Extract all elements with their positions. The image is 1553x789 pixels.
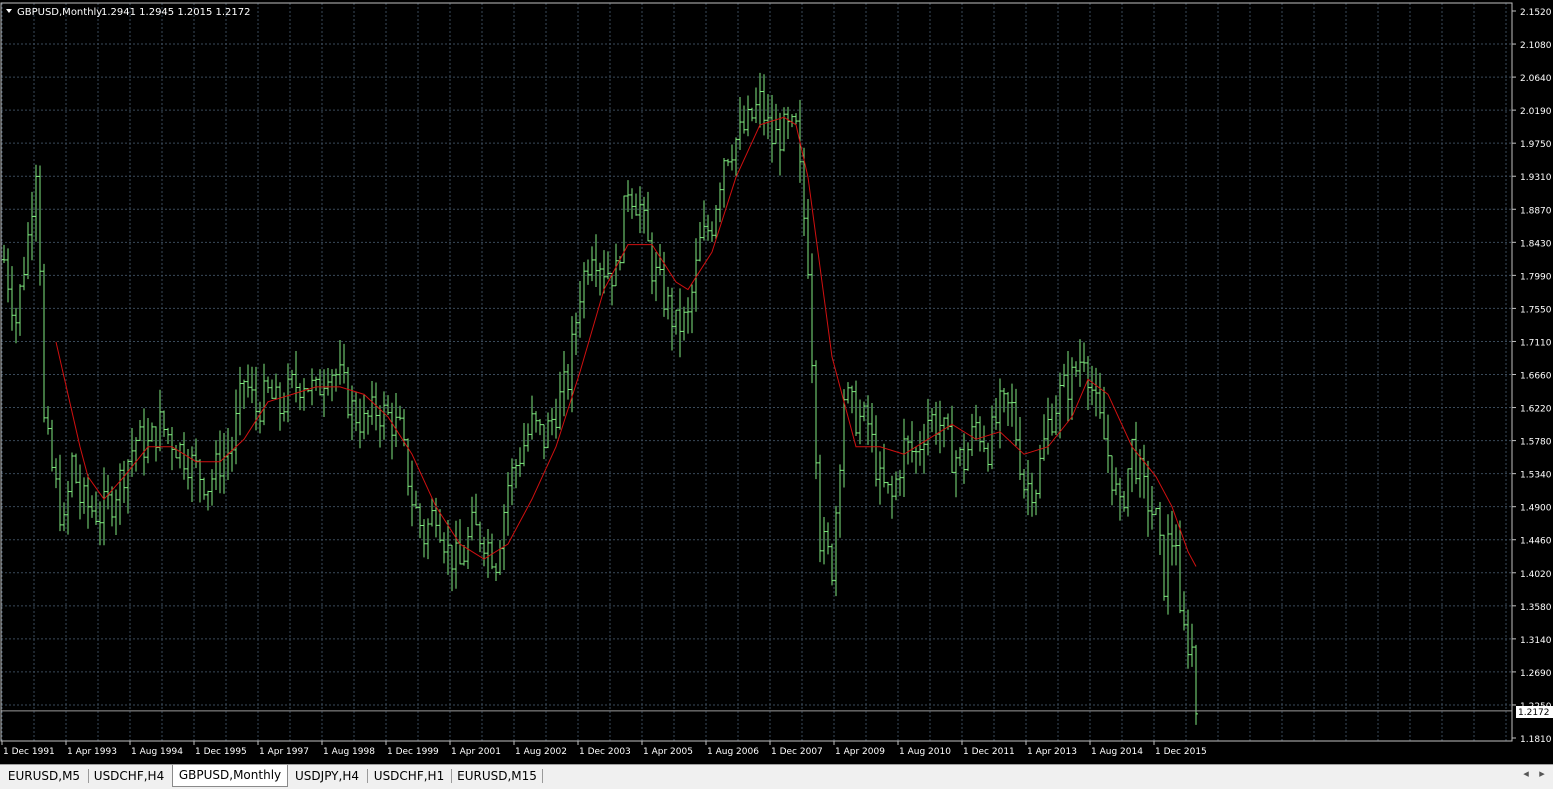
tab-divider [542, 769, 543, 783]
time-axis-label: 1 Apr 2013 [1027, 747, 1077, 757]
tab-eurusd-m15[interactable]: EURUSD,M15 [454, 766, 540, 786]
time-axis-label: 1 Aug 2006 [707, 747, 759, 757]
price-axis-label: 2.1080 [1520, 41, 1552, 51]
time-axis-label: 1 Dec 1999 [387, 747, 439, 757]
price-axis-label: 1.4020 [1520, 570, 1552, 580]
tab-usdchf-h1[interactable]: USDCHF,H1 [370, 766, 448, 786]
time-axis-label: 1 Dec 2003 [579, 747, 631, 757]
tab-eurusd-m5[interactable]: EURUSD,M5 [2, 766, 86, 786]
time-axis-label: 1 Aug 1994 [131, 747, 183, 757]
price-axis-label: 1.3580 [1520, 603, 1552, 613]
price-axis-label: 1.6220 [1520, 405, 1552, 415]
chart-ohlc-label: 1.2941 1.2945 1.2015 1.2172 [101, 7, 251, 18]
scroll-left-icon[interactable]: ◂ [1519, 767, 1533, 780]
time-axis-label: 1 Dec 2007 [771, 747, 823, 757]
time-axis-label: 1 Apr 2005 [643, 747, 693, 757]
current-price-label: 1.2172 [1518, 708, 1550, 718]
price-axis-label: 1.2690 [1520, 669, 1552, 679]
time-axis-label: 1 Dec 1995 [195, 747, 247, 757]
chart-symbol-label: GBPUSD,Monthly [17, 7, 102, 18]
price-axis-label: 2.1520 [1520, 8, 1552, 18]
price-axis-label: 1.6660 [1520, 372, 1552, 382]
price-axis-label: 1.5780 [1520, 438, 1552, 448]
tab-gbpusd-monthly[interactable]: GBPUSD,Monthly [172, 765, 288, 787]
time-axis-label: 1 Apr 1993 [67, 747, 117, 757]
price-axis-label: 1.3140 [1520, 636, 1552, 646]
price-axis-label: 1.8430 [1520, 239, 1552, 249]
chart-window[interactable]: 2.1520 2.1080 2.0640 2.0190 1.9750 1.9310 1.88… [0, 0, 1553, 764]
price-axis-label: 1.9750 [1520, 140, 1552, 150]
price-axis-label: 1.9310 [1520, 173, 1552, 183]
tab-divider [367, 769, 368, 783]
scroll-right-icon[interactable]: ▸ [1535, 767, 1549, 780]
time-axis-label: 1 Aug 2002 [515, 747, 567, 757]
tab-divider [88, 769, 89, 783]
time-axis-label: 1 Dec 1991 [3, 747, 55, 757]
price-chart[interactable]: 2.1520 2.1080 2.0640 2.0190 1.9750 1.9310 1.88… [0, 0, 1553, 764]
chart-tab-bar: EURUSD,M5 USDCHF,H4 GBPUSD,Monthly USDJP… [0, 764, 1553, 789]
time-axis-label: 1 Apr 1997 [259, 747, 309, 757]
price-axis-label: 2.0640 [1520, 74, 1552, 84]
price-axis-label: 1.4900 [1520, 504, 1552, 514]
time-axis-label: 1 Apr 2009 [835, 747, 885, 757]
price-axis-label: 1.7550 [1520, 305, 1552, 315]
time-axis-label: 1 Apr 2001 [451, 747, 501, 757]
time-axis-label: 1 Dec 2015 [1155, 747, 1207, 757]
tab-usdjpy-h4[interactable]: USDJPY,H4 [290, 766, 364, 786]
price-axis-label: 1.7990 [1520, 272, 1552, 282]
tab-usdchf-h4[interactable]: USDCHF,H4 [90, 766, 168, 786]
price-axis-label: 2.0190 [1520, 107, 1552, 117]
time-axis-label: 1 Aug 2010 [899, 747, 951, 757]
price-axis-label: 1.1810 [1520, 735, 1552, 745]
price-axis-label: 1.8870 [1520, 206, 1552, 216]
price-axis-label: 1.4460 [1520, 537, 1552, 547]
time-axis-label: 1 Dec 2011 [963, 747, 1015, 757]
time-axis-label: 1 Aug 2014 [1091, 747, 1143, 757]
price-axis-label: 1.7110 [1520, 338, 1552, 348]
tab-divider [451, 769, 452, 783]
time-axis-label: 1 Aug 1998 [323, 747, 375, 757]
price-axis-label: 1.5340 [1520, 471, 1552, 481]
